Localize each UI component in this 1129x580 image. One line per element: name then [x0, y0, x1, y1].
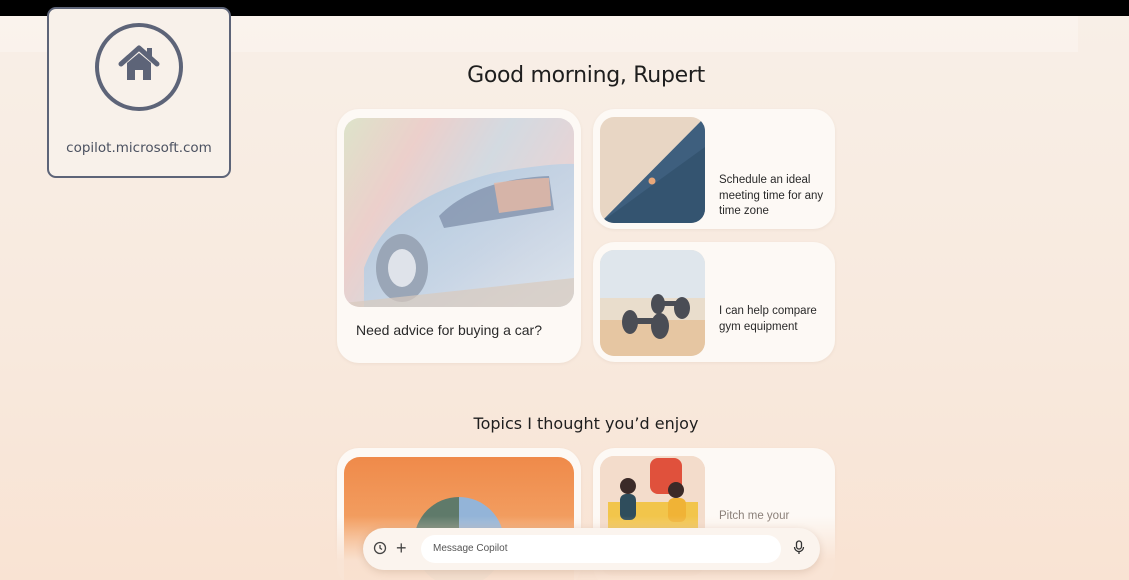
- topics-heading: Topics I thought you’d enjoy: [473, 414, 699, 433]
- site-bookmark-tile[interactable]: copilot.microsoft.com: [47, 7, 231, 178]
- suggestion-card-gym[interactable]: I can help compare gym equipment: [593, 242, 835, 362]
- microphone-icon[interactable]: [793, 540, 805, 561]
- home-icon: [95, 23, 183, 111]
- card-label: Schedule an ideal meeting time for any t…: [719, 174, 824, 217]
- car-illustration: [344, 118, 574, 307]
- card-label: Need advice for buying a car?: [356, 322, 542, 338]
- plus-icon[interactable]: +: [396, 539, 407, 557]
- history-icon[interactable]: [373, 541, 387, 560]
- dumbbells-illustration: [600, 250, 705, 356]
- horizon-illustration: [600, 117, 705, 223]
- message-input[interactable]: Message Copilot: [421, 535, 781, 563]
- suggestion-card-meeting[interactable]: Schedule an ideal meeting time for any t…: [593, 109, 835, 229]
- card-label: I can help compare gym equipment: [719, 305, 817, 333]
- message-composer: + Message Copilot: [363, 528, 820, 570]
- bookmark-url: copilot.microsoft.com: [66, 140, 212, 156]
- suggestion-card-car[interactable]: Need advice for buying a car?: [337, 109, 581, 363]
- message-placeholder: Message Copilot: [433, 543, 508, 554]
